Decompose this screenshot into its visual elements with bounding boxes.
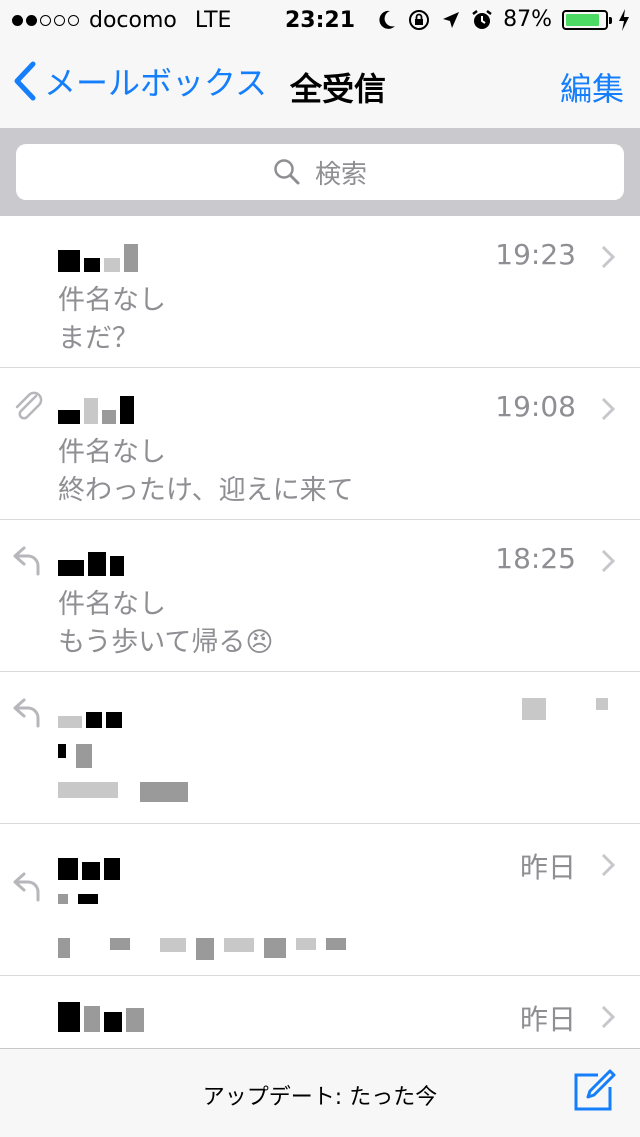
alarm-icon xyxy=(472,9,492,29)
reply-icon xyxy=(13,546,40,576)
compose-icon[interactable] xyxy=(572,1067,618,1113)
mail-time: 19:08 xyxy=(495,390,576,423)
orientation-lock-icon xyxy=(409,9,430,30)
status-right: 87% xyxy=(377,7,630,32)
chevron-right-icon xyxy=(601,549,616,573)
sender-name-redacted xyxy=(58,390,134,424)
charging-bolt-icon xyxy=(619,8,629,31)
sender-name-redacted xyxy=(58,694,122,728)
mail-time: 昨日 xyxy=(519,1003,576,1036)
mail-preview-text: もう歩いて帰る xyxy=(58,627,246,658)
search-icon xyxy=(274,159,300,185)
mail-time: 19:23 xyxy=(495,238,576,271)
battery-percent: 87% xyxy=(503,7,552,32)
mail-row[interactable]: 19:08 件名なし 終わったけ、迎えに来て xyxy=(0,368,640,520)
chevron-right-icon xyxy=(601,397,616,421)
sender-name-redacted xyxy=(58,846,120,880)
sender-name-redacted xyxy=(58,542,124,576)
search-input[interactable]: 検索 xyxy=(16,144,624,200)
navigation-bar: メールボックス 全受信 編集 xyxy=(0,40,640,128)
back-button[interactable]: メールボックス xyxy=(14,58,267,104)
mail-preview-redacted xyxy=(58,782,188,802)
mail-preview: もう歩いて帰る😠 xyxy=(58,620,274,659)
back-button-label: メールボックス xyxy=(44,64,268,102)
mail-row[interactable] xyxy=(0,672,640,824)
angry-face-emoji: 😠 xyxy=(245,627,274,658)
sender-name-redacted xyxy=(58,998,144,1032)
sender-name-redacted xyxy=(58,238,138,272)
chevron-right-icon xyxy=(601,245,616,269)
page-title: 全受信 xyxy=(290,70,387,108)
bottom-toolbar: アップデート: たった今 xyxy=(0,1048,640,1137)
update-status: アップデート: たった今 xyxy=(202,1085,438,1110)
moon-icon xyxy=(379,10,396,29)
battery-icon xyxy=(562,9,612,30)
chevron-right-icon xyxy=(601,853,616,877)
reply-icon xyxy=(13,698,40,728)
mail-subject: 件名なし xyxy=(58,285,166,316)
mail-subject: 件名なし xyxy=(58,589,166,620)
mail-time-redacted xyxy=(522,698,608,720)
mail-list: 19:23 件名なし まだ？ 19:08 件名なし 終わったけ、迎えに来て 18… xyxy=(0,216,640,1048)
edit-button[interactable]: 編集 xyxy=(560,64,624,110)
location-arrow-icon xyxy=(443,11,460,28)
mail-subject: 件名なし xyxy=(58,437,166,468)
paperclip-icon xyxy=(15,391,43,420)
reply-icon xyxy=(13,872,40,902)
mail-row[interactable]: 昨日 xyxy=(0,824,640,976)
mail-row[interactable]: 昨日 xyxy=(0,976,640,1048)
mail-time: 18:25 xyxy=(495,542,576,575)
mail-time: 昨日 xyxy=(519,851,576,884)
mail-preview: まだ？ xyxy=(58,323,139,354)
mail-preview-redacted xyxy=(58,938,346,960)
mail-preview: 終わったけ、迎えに来て xyxy=(58,475,354,506)
search-placeholder: 検索 xyxy=(314,159,367,190)
chevron-left-icon xyxy=(14,61,36,101)
status-bar: docomo LTE 23:21 87% xyxy=(0,0,640,40)
chevron-right-icon xyxy=(601,1005,616,1029)
mail-row[interactable]: 19:23 件名なし まだ？ xyxy=(0,216,640,368)
search-area: 検索 xyxy=(0,128,640,216)
mail-row[interactable]: 18:25 件名なし もう歩いて帰る😠 xyxy=(0,520,640,672)
mail-subject-redacted xyxy=(58,744,92,768)
mail-subject-redacted xyxy=(58,894,98,904)
